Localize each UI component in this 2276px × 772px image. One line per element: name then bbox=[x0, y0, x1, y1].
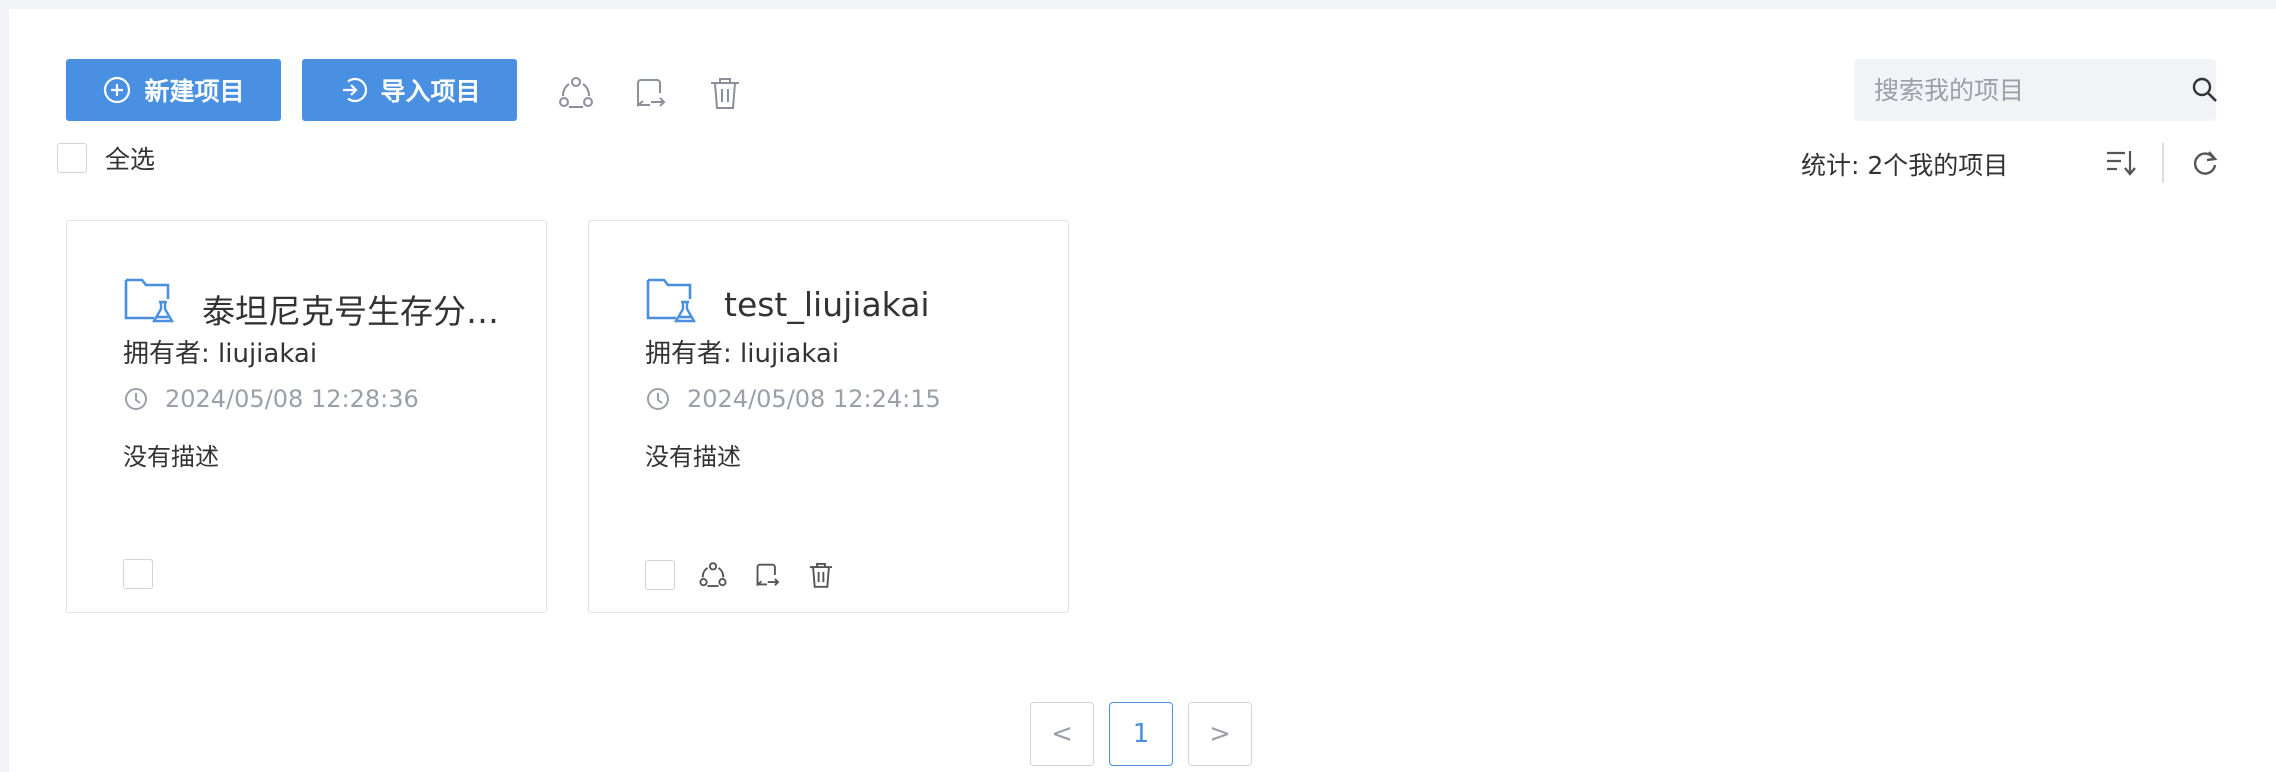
card-footer bbox=[123, 559, 153, 589]
project-time: 2024/05/08 12:24:15 bbox=[687, 385, 941, 413]
plus-circle-icon bbox=[102, 75, 132, 105]
project-time: 2024/05/08 12:28:36 bbox=[165, 385, 419, 413]
export-icon[interactable] bbox=[751, 559, 783, 591]
refresh-icon[interactable] bbox=[2187, 145, 2223, 181]
delete-icon[interactable] bbox=[805, 559, 837, 591]
project-folder-icon bbox=[645, 274, 701, 324]
search-box[interactable] bbox=[1854, 59, 2219, 121]
clock-icon bbox=[645, 386, 671, 412]
toolbar-divider bbox=[2162, 143, 2164, 183]
project-folder-icon bbox=[123, 274, 179, 324]
pagination-next-button[interactable]: > bbox=[1188, 702, 1252, 766]
pagination-page-button[interactable]: 1 bbox=[1109, 702, 1173, 766]
arrow-in-icon bbox=[338, 75, 368, 105]
project-owner: 拥有者: liujiakai bbox=[123, 339, 318, 369]
clock-icon bbox=[123, 386, 149, 412]
select-all-label: 全选 bbox=[105, 145, 156, 174]
select-all[interactable]: 全选 bbox=[57, 140, 155, 176]
project-checkbox[interactable] bbox=[123, 559, 153, 589]
delete-icon[interactable] bbox=[705, 73, 745, 113]
share-users-icon[interactable] bbox=[556, 73, 596, 113]
project-time-row: 2024/05/08 12:28:36 bbox=[123, 385, 419, 413]
project-checkbox[interactable] bbox=[645, 560, 675, 590]
import-project-button[interactable]: 导入项目 bbox=[302, 59, 517, 121]
project-owner: 拥有者: liujiakai bbox=[645, 339, 840, 369]
import-project-label: 导入项目 bbox=[380, 77, 481, 106]
project-description: 没有描述 bbox=[123, 443, 219, 471]
project-card[interactable]: test_liujiakai 拥有者: liujiakai 2024/05/08… bbox=[588, 220, 1069, 613]
share-users-icon[interactable] bbox=[697, 559, 729, 591]
project-time-row: 2024/05/08 12:24:15 bbox=[645, 385, 941, 413]
project-title[interactable]: 泰坦尼克号生存分析... bbox=[202, 285, 522, 333]
project-description: 没有描述 bbox=[645, 443, 741, 471]
new-project-button[interactable]: 新建项目 bbox=[66, 59, 281, 121]
export-icon[interactable] bbox=[630, 73, 670, 113]
search-input[interactable] bbox=[1874, 75, 2191, 105]
sort-icon[interactable] bbox=[2102, 143, 2142, 183]
new-project-label: 新建项目 bbox=[144, 77, 245, 106]
project-stats: 统计: 2个我的项目 bbox=[1801, 151, 2009, 180]
project-title[interactable]: test_liujiakai bbox=[724, 285, 1044, 324]
search-icon[interactable] bbox=[2191, 74, 2219, 106]
pagination-prev-button[interactable]: < bbox=[1030, 702, 1094, 766]
select-all-checkbox[interactable] bbox=[57, 143, 87, 173]
project-card[interactable]: 泰坦尼克号生存分析... 拥有者: liujiakai 2024/05/08 1… bbox=[66, 220, 547, 613]
card-footer bbox=[645, 559, 837, 591]
